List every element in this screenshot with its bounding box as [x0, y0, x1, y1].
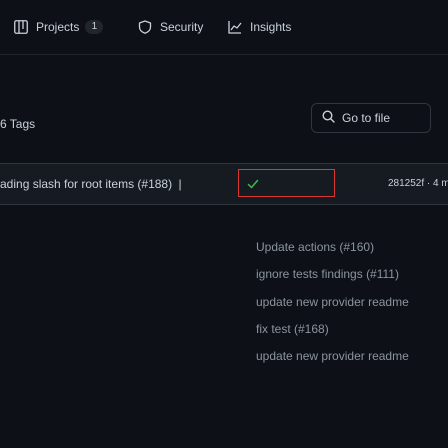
- commit-separator: |: [178, 177, 182, 191]
- check-icon[interactable]: [247, 175, 259, 198]
- latest-commit-message-line: ading slash for root items (#188) |: [0, 175, 182, 193]
- tab-projects-label: Projects: [36, 20, 80, 34]
- tab-insights[interactable]: Insights: [228, 15, 291, 39]
- commit-hash-time[interactable]: 281252f · 4 m: [388, 175, 448, 193]
- project-board-icon: [14, 20, 28, 34]
- latest-commit-bar: ading slash for root items (#188) | 2812…: [0, 163, 448, 205]
- projects-count-badge: 1: [85, 20, 104, 34]
- go-to-file-label: Go to file: [342, 111, 391, 125]
- file-commit-message[interactable]: Update actions (#160): [256, 238, 374, 256]
- tab-security[interactable]: Security: [138, 15, 203, 39]
- tab-projects[interactable]: Projects 1: [14, 15, 104, 39]
- shield-icon: [138, 20, 152, 34]
- file-commit-message[interactable]: update new provider readme: [256, 293, 409, 311]
- graph-icon: [228, 20, 242, 34]
- tab-insights-label: Insights: [250, 20, 292, 34]
- file-commit-message[interactable]: update new provider readme: [256, 347, 409, 365]
- latest-commit-message[interactable]: ading slash for root items (#188): [0, 177, 172, 191]
- repo-tab-nav: Projects 1 Security Insights: [0, 0, 448, 55]
- file-commit-message[interactable]: fix test (#168): [256, 320, 329, 338]
- repository-page: Projects 1 Security Insights 6 Tags Go t…: [0, 0, 448, 448]
- file-commit-message[interactable]: ignore tests findings (#111): [256, 265, 399, 283]
- tags-link[interactable]: 6 Tags: [0, 114, 35, 134]
- go-to-file-button[interactable]: Go to file: [311, 103, 431, 133]
- search-icon: [322, 110, 335, 126]
- tab-security-label: Security: [160, 20, 204, 34]
